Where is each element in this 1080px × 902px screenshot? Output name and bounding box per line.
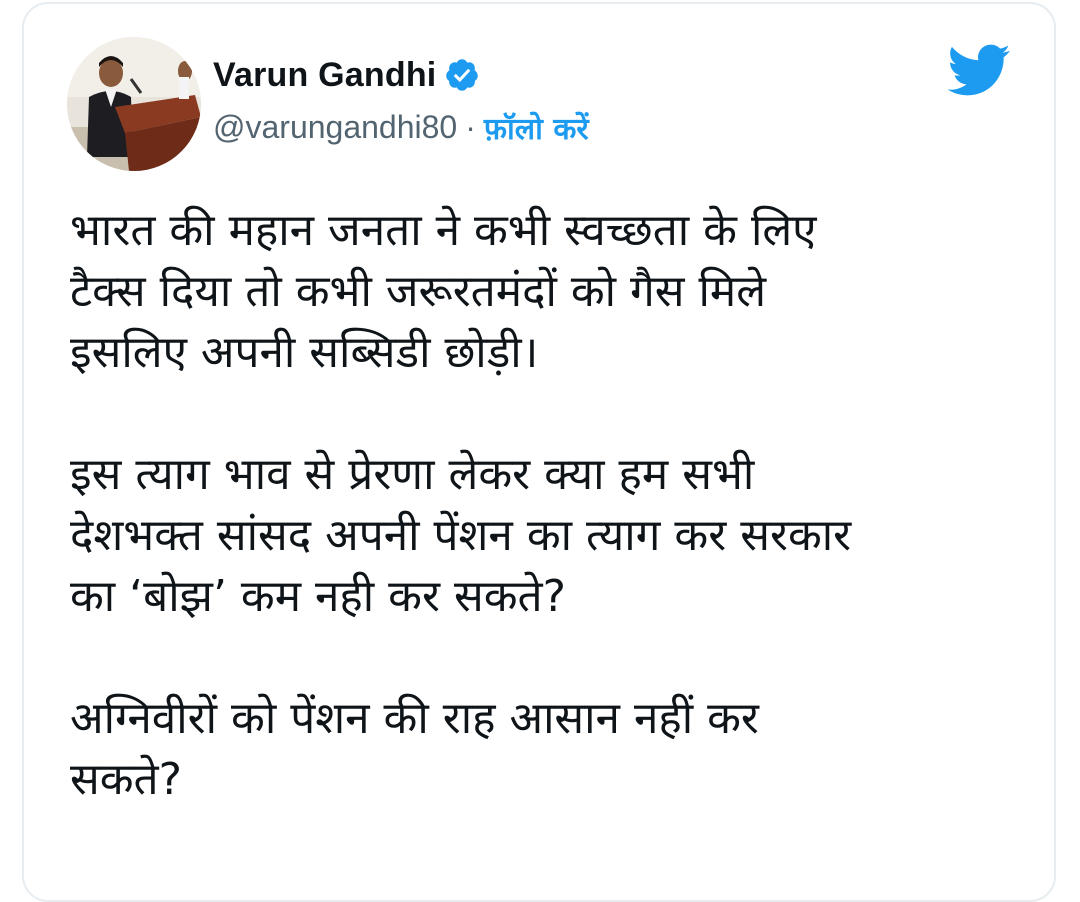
separator-dot: · — [465, 108, 476, 145]
author-handle-row: @varungandhi80 · फ़ॉलो करें — [213, 107, 589, 147]
author-display-name[interactable]: Varun Gandhi — [213, 56, 436, 95]
profile-photo-icon — [67, 37, 201, 171]
tweet-body: भारत की महान जनता ने कभी स्वच्छता के लिए… — [70, 200, 1030, 810]
twitter-bird-icon[interactable] — [945, 42, 1011, 98]
author-name-row: Varun Gandhi — [213, 55, 480, 95]
tweet-paragraph: इस त्याग भाव से प्रेरणा लेकर क्या हम सभी… — [70, 449, 852, 622]
author-avatar[interactable] — [67, 37, 201, 171]
tweet-paragraph: अग्निवीरों को पेंशन की राह आसान नहीं कर … — [70, 693, 759, 805]
author-handle[interactable]: @varungandhi80 — [213, 109, 457, 146]
verified-badge-icon — [444, 57, 480, 93]
follow-button[interactable]: फ़ॉलो करें — [484, 107, 589, 148]
tweet-paragraph: भारत की महान जनता ने कभी स्वच्छता के लिए… — [70, 205, 817, 378]
